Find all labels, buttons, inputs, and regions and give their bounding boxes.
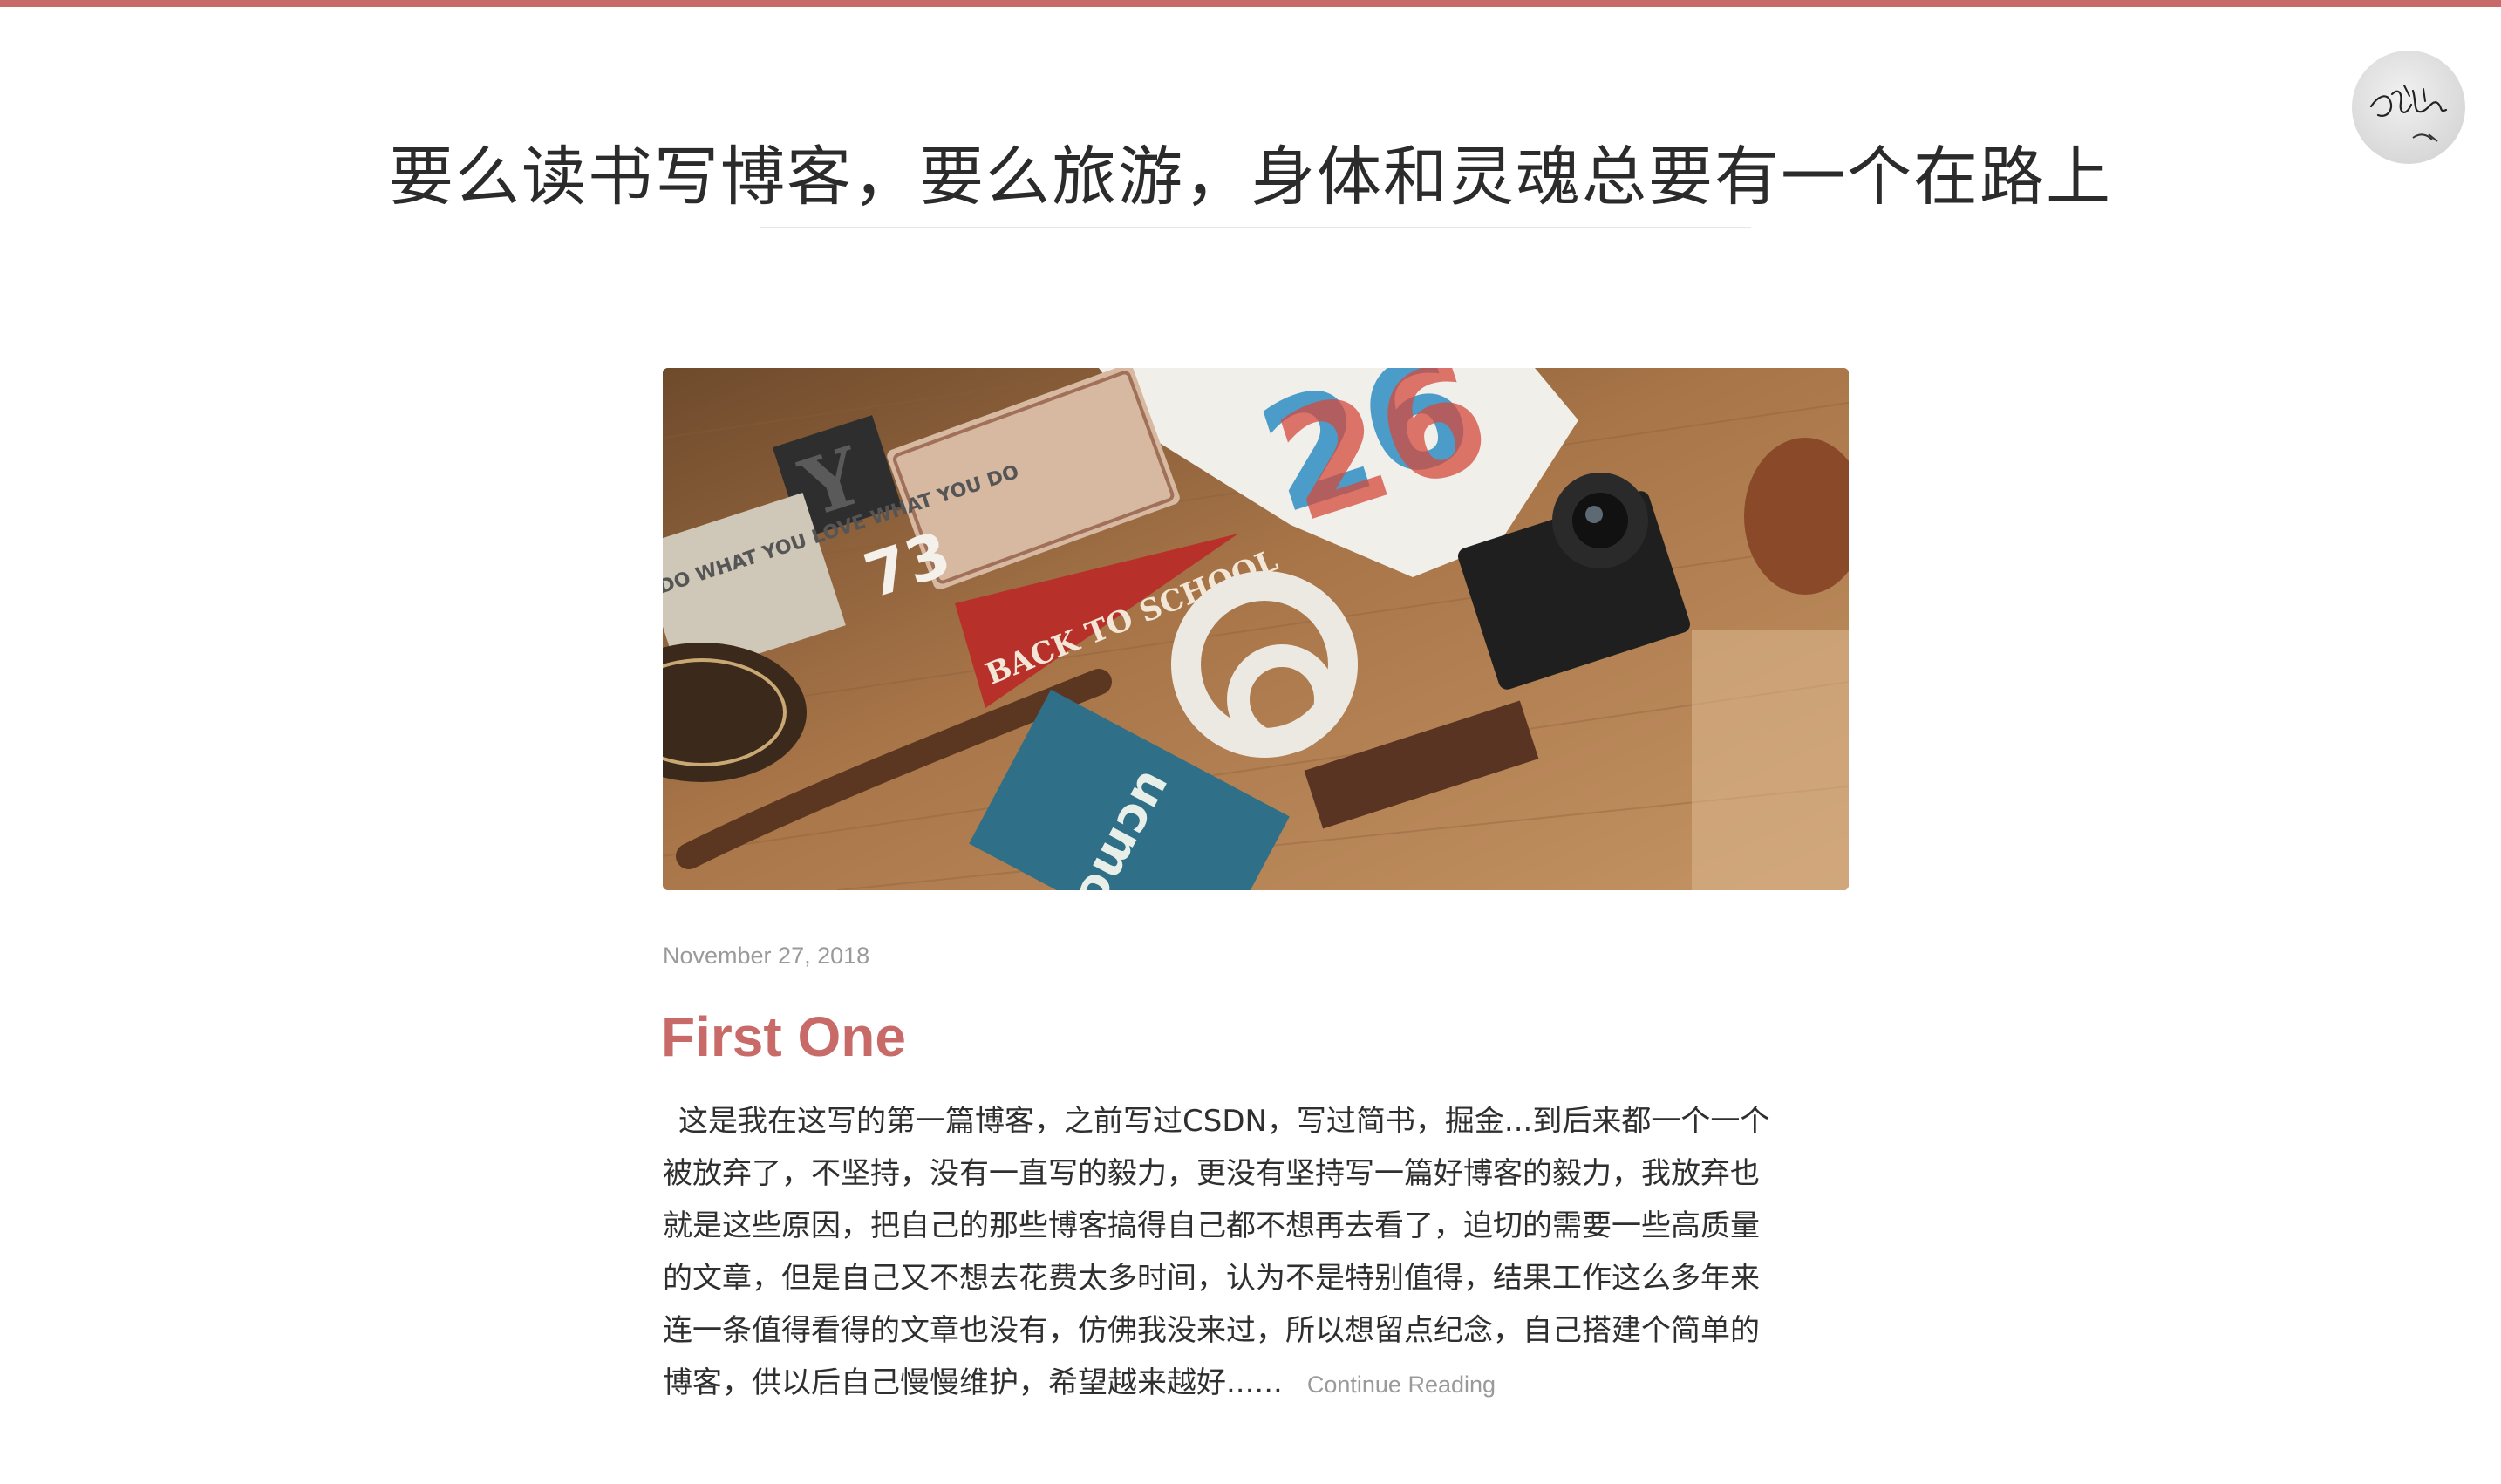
post-cover-image[interactable]: 26 26 Y DO WHAT YOU LOVE WHAT YOU DO 73 … — [663, 368, 1849, 890]
excerpt-line: 的文章，但是自己又不想去花费太多时间，认为不是特别值得，结果工作这么多年来 — [663, 1261, 1760, 1296]
title-underline — [760, 227, 1751, 228]
desk-flatlay-illustration: 26 26 Y DO WHAT YOU LOVE WHAT YOU DO 73 … — [663, 368, 1849, 890]
excerpt-line: 这是我在这写的第一篇博客，之前写过CSDN，写过简书，掘金...到后来都一个一个 — [678, 1104, 1770, 1139]
post-excerpt: 这是我在这写的第一篇博客，之前写过CSDN，写过简书，掘金...到后来都一个一个… — [663, 1095, 1831, 1411]
post-date: November 27, 2018 — [663, 943, 870, 969]
top-accent-bar — [0, 0, 2501, 7]
excerpt-line: 连一条值得看得的文章也没有，仿佛我没来过，所以想留点纪念，自己搭建个简单的 — [663, 1313, 1760, 1348]
excerpt-line-last: 博客，供以后自己慢慢维护，希望越来越好...... Continue Readin… — [663, 1357, 1831, 1411]
continue-reading-link[interactable]: Continue Reading — [1307, 1372, 1496, 1398]
excerpt-line-text: 博客，供以后自己慢慢维护，希望越来越好...... — [663, 1365, 1283, 1400]
excerpt-line: 被放弃了，不坚持，没有一直写的毅力，更没有坚持写一篇好博客的毅力，我放弃也 — [663, 1156, 1760, 1191]
excerpt-line: 就是这些原因，把自己的那些博客搞得自己都不想再去看了，迫切的需要一些高质量 — [663, 1208, 1760, 1243]
post-title-link[interactable]: First One — [661, 999, 906, 1074]
site-title[interactable]: 要么读书写博客，要么旅游，身体和灵魂总要有一个在路上 — [0, 129, 2501, 225]
